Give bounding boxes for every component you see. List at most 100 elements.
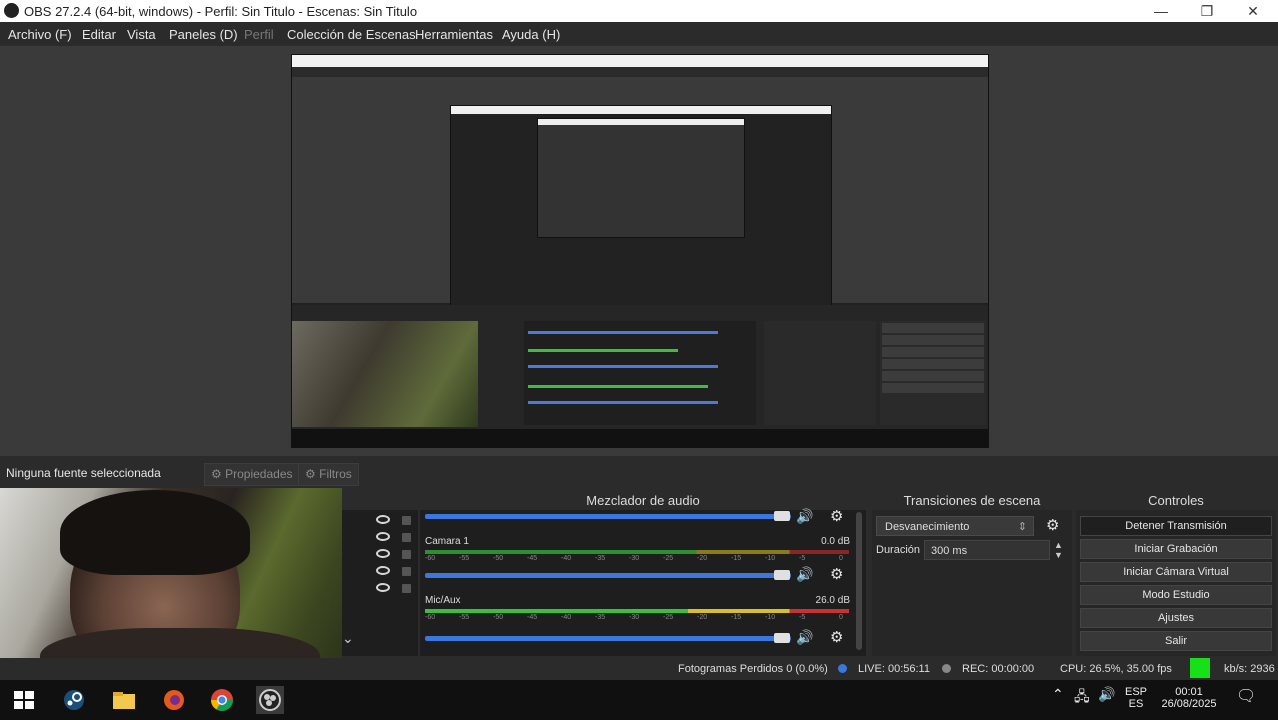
menu-paneles[interactable]: Paneles (D) [169,27,238,42]
firefox-icon[interactable] [160,686,188,714]
tick-label: -30 [629,555,640,562]
tick-label: -20 [697,614,708,621]
lock-icon[interactable] [402,516,411,525]
gear-icon[interactable]: ⚙ [830,507,843,525]
source-toolbar: Ninguna fuente seleccionada ⚙ Propiedade… [0,460,1278,488]
slider-handle[interactable] [774,570,790,580]
minimize-button[interactable]: — [1138,0,1184,22]
menu-ayuda[interactable]: Ayuda (H) [502,27,560,42]
obs-taskbar-icon[interactable] [256,686,284,714]
menu-perfil[interactable]: Perfil [244,27,274,42]
desktop-audio-volume-slider[interactable] [425,514,791,519]
menu-coleccion-escenas[interactable]: Colección de Escenas [287,27,416,42]
mic-volume-slider[interactable] [425,636,791,641]
eye-icon[interactable] [376,515,390,524]
source-row[interactable] [342,529,418,546]
channel-db: 0.0 dB [821,536,850,547]
stop-streaming-button[interactable]: Detener Transmisión [1080,516,1272,536]
windows-start-icon[interactable] [10,686,38,714]
lock-icon[interactable] [402,567,411,576]
nested-controls [880,321,986,425]
close-button[interactable]: ✕ [1230,0,1276,22]
speaker-icon[interactable]: 🔊 [796,566,813,583]
controls-panel-title: Controles [1076,492,1276,510]
transition-select[interactable]: Desvanecimiento ⇕ [876,516,1034,536]
tick-label: -35 [595,555,606,562]
tick-label: -40 [561,614,572,621]
eye-icon[interactable] [376,532,390,541]
exit-button[interactable]: Salir [1080,631,1272,651]
channel-db: 26.0 dB [815,595,850,606]
studio-mode-button[interactable]: Modo Estudio [1080,585,1272,605]
speaker-icon[interactable]: 🔊 [796,508,813,525]
steam-icon[interactable] [60,686,88,714]
clock[interactable]: 00:01 26/08/2025 [1158,686,1220,710]
spinner-icon[interactable]: ▲ ▼ [1054,540,1063,560]
lock-icon[interactable] [402,550,411,559]
camara-volume-slider[interactable] [425,573,791,578]
tick-label: -45 [527,555,538,562]
status-bar: Fotogramas Perdidos 0 (0.0%) LIVE: 00:56… [0,658,1278,680]
updown-icon: ⇕ [1017,521,1027,533]
tick-label: -10 [765,555,776,562]
tick-label: -20 [697,555,708,562]
start-recording-button[interactable]: Iniciar Grabación [1080,539,1272,559]
nested-preview [292,77,988,323]
gear-icon[interactable]: ⚙ [1046,516,1059,534]
file-explorer-icon[interactable] [110,686,138,714]
nested-title-bar-2 [451,106,831,114]
gear-icon[interactable]: ⚙ [830,628,843,646]
no-source-label: Ninguna fuente seleccionada [6,466,161,480]
chrome-icon[interactable] [208,686,236,714]
speaker-icon[interactable]: 🔊 [796,629,813,646]
tick-label: -50 [493,614,504,621]
source-row[interactable] [342,546,418,563]
network-icon[interactable]: 🖧 [1074,686,1090,710]
chevron-down-icon[interactable]: ⌄ [342,630,358,646]
nested-control-button [882,371,984,381]
eye-icon[interactable] [376,549,390,558]
language-indicator[interactable]: ESP ES [1120,686,1152,710]
slider-handle[interactable] [774,633,790,643]
transitions-panel-title: Transiciones de escena [872,492,1072,510]
tick-label: -45 [527,614,538,621]
window-title: OBS 27.2.4 (64-bit, windows) - Perfil: S… [24,4,418,19]
menu-editar[interactable]: Editar [82,27,116,42]
eye-icon[interactable] [376,583,390,592]
duration-value: 300 ms [931,545,968,557]
menu-archivo[interactable]: Archivo (F) [8,27,72,42]
chevron-up-icon[interactable]: ⌃ [1052,686,1064,703]
gear-icon[interactable]: ⚙ [830,565,843,583]
tick-label: -5 [799,555,806,562]
menu-vista[interactable]: Vista [127,27,156,42]
source-row[interactable] [342,580,418,597]
lock-icon[interactable] [402,584,411,593]
tick-label: -15 [731,614,742,621]
eye-icon[interactable] [376,566,390,575]
source-row[interactable] [342,512,418,529]
nested-control-button [882,359,984,369]
source-row[interactable] [342,563,418,580]
nested-control-button [882,323,984,333]
nested-control-button [882,335,984,345]
maximize-button[interactable]: ❐ [1184,0,1230,22]
properties-button[interactable]: ⚙ Propiedades [204,463,300,486]
volume-icon[interactable]: 🔊 [1098,686,1115,703]
obs-logo-icon [4,3,19,18]
bitrate: kb/s: 2936 [1224,663,1275,675]
lock-icon[interactable] [402,533,411,542]
lang-bottom: ES [1128,698,1144,710]
nested-taskbar [292,429,988,447]
menu-herramientas[interactable]: Herramientas [415,27,493,42]
dropped-frames: Fotogramas Perdidos 0 (0.0%) [678,663,828,675]
webcam-feed [0,488,342,680]
notifications-icon[interactable]: 🗨 [1236,686,1256,706]
mixer-scrollbar[interactable] [856,512,862,650]
filters-button[interactable]: ⚙ Filtros [298,463,359,486]
cpu-fps: CPU: 26.5%, 35.00 fps [1060,663,1172,675]
slider-handle[interactable] [774,511,790,521]
duration-input[interactable]: 300 ms [924,540,1050,560]
nested-transitions [764,321,876,425]
start-virtual-camera-button[interactable]: Iniciar Cámara Virtual [1080,562,1272,582]
settings-button[interactable]: Ajustes [1080,608,1272,628]
